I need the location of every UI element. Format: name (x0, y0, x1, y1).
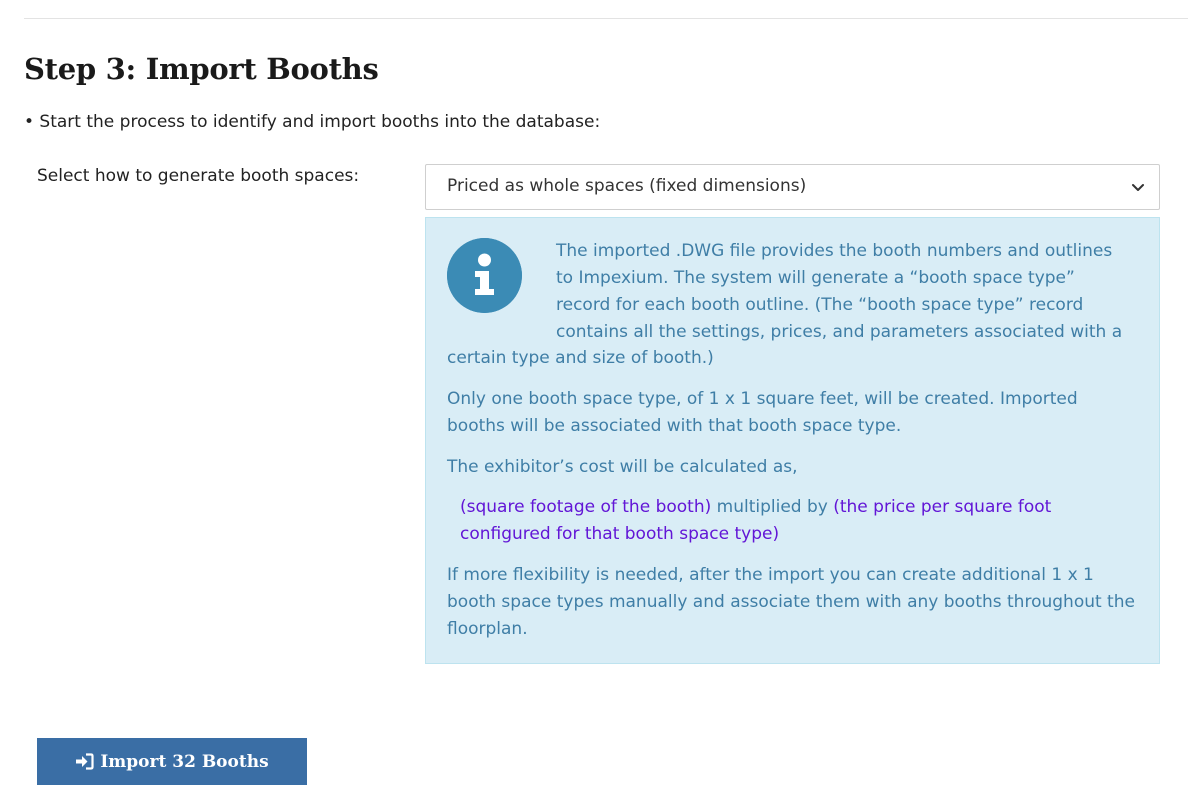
cost-formula: (square footage of the booth) multiplied… (460, 494, 1120, 548)
info-line: contains all the settings, prices, and p… (556, 322, 1123, 342)
info-paragraph-1-tail: certain type and size of booth.) (447, 348, 714, 368)
top-divider (24, 18, 1188, 19)
page-title: Step 3: Import Booths (24, 52, 379, 86)
chevron-down-icon (1132, 184, 1144, 191)
sign-in-icon (76, 753, 94, 770)
import-booths-label: Import 32 Booths (100, 751, 269, 772)
info-line: record for each booth outline. (The “boo… (556, 295, 1084, 315)
info-icon (447, 238, 522, 313)
generation-method-value: Priced as whole spaces (fixed dimensions… (447, 176, 807, 196)
info-panel: The imported .DWG file provides the boot… (425, 217, 1160, 664)
formula-connector: multiplied by (711, 497, 834, 517)
generation-method-select[interactable]: Priced as whole spaces (fixed dimensions… (425, 164, 1160, 210)
info-line: The imported .DWG file provides the boot… (556, 241, 1113, 261)
info-paragraph-1: The imported .DWG file provides the boot… (556, 238, 1146, 346)
info-line: to Impexium. The system will generate a … (556, 268, 1075, 288)
formula-part-1: (square footage of the booth) (460, 497, 712, 517)
generation-method-label: Select how to generate booth spaces: (37, 166, 360, 186)
info-paragraph-3: The exhibitor’s cost will be calculated … (447, 457, 798, 477)
import-booths-button[interactable]: Import 32 Booths (37, 738, 307, 785)
info-paragraph-4: If more flexibility is needed, after the… (447, 565, 1135, 639)
info-paragraph-2: Only one booth space type, of 1 x 1 squa… (447, 389, 1078, 436)
step-description: • Start the process to identify and impo… (24, 112, 601, 132)
